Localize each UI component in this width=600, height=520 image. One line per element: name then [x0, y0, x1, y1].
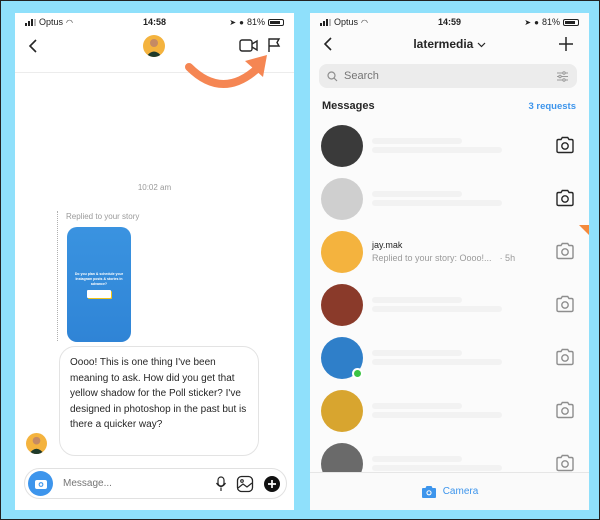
thread-preview-text: Replied to your story: Oooo!...	[372, 252, 492, 263]
thread-item[interactable]	[310, 331, 589, 384]
flag-icon[interactable]	[266, 37, 282, 53]
plus-circle-icon[interactable]	[263, 475, 281, 493]
status-time: 14:59	[437, 17, 461, 27]
signal-icon	[25, 18, 36, 26]
redacted-name	[372, 297, 462, 303]
sliders-icon[interactable]	[556, 70, 569, 82]
requests-link[interactable]: 3 requests	[528, 101, 576, 112]
message-composer	[24, 468, 287, 499]
status-time: 14:58	[142, 17, 166, 27]
camera-icon[interactable]	[555, 136, 575, 159]
camera-icon[interactable]	[28, 471, 53, 496]
poll-sticker	[87, 289, 111, 298]
redacted-name	[372, 350, 462, 356]
curved-arrow-icon	[185, 55, 267, 88]
carrier-label: Optus	[334, 17, 359, 27]
account-name: latermedia	[413, 37, 474, 51]
battery-percent: 81%	[541, 17, 560, 27]
redacted-name	[372, 191, 462, 197]
search-input[interactable]	[338, 70, 556, 82]
search-icon	[327, 70, 338, 81]
online-status-dot	[352, 367, 363, 379]
signal-icon	[320, 18, 331, 26]
thread-avatar	[321, 389, 363, 432]
story-preview-card[interactable]: Do you plan & schedule your Instagram po…	[67, 227, 131, 342]
location-icon: ➤	[229, 17, 237, 27]
camera-label: Camera	[442, 486, 479, 497]
redacted-name	[372, 403, 462, 409]
thread-avatar	[321, 283, 363, 326]
camera-icon[interactable]	[555, 348, 575, 371]
replied-to-story-label: Replied to your story	[66, 212, 140, 221]
thread-avatar	[321, 124, 363, 167]
carrier-label: Optus	[39, 17, 64, 27]
camera-icon[interactable]	[555, 401, 575, 424]
battery-percent: 81%	[246, 17, 265, 27]
redacted-name	[372, 456, 462, 462]
message-timestamp: 10:02 am	[137, 183, 172, 192]
redacted-preview	[372, 306, 502, 312]
wifi-icon: ◠	[66, 17, 73, 27]
redacted-preview	[372, 412, 502, 418]
battery-icon	[562, 18, 579, 26]
thread-avatar	[321, 230, 363, 273]
messages-section-header: Messages 3 requests	[322, 100, 576, 112]
unread-indicator	[579, 225, 589, 235]
camera-icon[interactable]	[555, 189, 575, 212]
thread-avatar	[321, 336, 363, 379]
chat-screen: Optus ◠ 14:58 ➤ ● 81% 10:02 am Replied t…	[15, 13, 294, 510]
alarm-icon: ●	[239, 17, 244, 27]
message-input[interactable]	[53, 478, 215, 489]
thread-time: · 5h	[499, 252, 516, 263]
redacted-name	[372, 138, 462, 144]
thread-item[interactable]	[310, 119, 589, 172]
thread-item[interactable]	[310, 172, 589, 225]
status-bar: Optus ◠ 14:58 ➤ ● 81%	[15, 13, 294, 31]
user-avatar[interactable]	[143, 35, 165, 57]
redacted-preview	[372, 359, 502, 365]
story-text: Do you plan & schedule your Instagram po…	[74, 271, 124, 286]
thread-list: jay.mak Replied to your story: Oooo!... · …	[310, 119, 589, 490]
alarm-icon: ●	[534, 17, 539, 27]
camera-icon	[421, 485, 436, 498]
wifi-icon: ◠	[361, 17, 368, 27]
thread-item[interactable]	[310, 384, 589, 437]
search-bar	[319, 64, 577, 88]
chevron-left-icon[interactable]	[25, 37, 43, 55]
microphone-icon[interactable]	[215, 475, 227, 492]
messages-title: Messages	[322, 100, 375, 112]
redacted-preview	[372, 465, 502, 471]
camera-icon[interactable]	[555, 295, 575, 318]
thread-item[interactable]: jay.mak Replied to your story: Oooo!... · …	[310, 225, 589, 278]
redacted-preview	[372, 147, 502, 153]
sender-avatar[interactable]	[26, 433, 47, 454]
redacted-preview	[372, 200, 502, 206]
image-icon[interactable]	[236, 475, 254, 493]
status-bar: Optus ◠ 14:59 ➤ ● 81%	[310, 13, 589, 31]
battery-icon	[267, 18, 284, 26]
video-camera-icon[interactable]	[239, 37, 259, 53]
account-switcher[interactable]: latermedia	[310, 37, 589, 51]
thread-avatar	[321, 177, 363, 220]
plus-icon[interactable]	[557, 35, 575, 53]
inbox-header: latermedia	[310, 31, 589, 59]
camera-icon[interactable]	[555, 242, 575, 265]
camera-bar[interactable]: Camera	[310, 472, 589, 510]
reply-thread-line	[57, 211, 58, 341]
thread-item[interactable]	[310, 278, 589, 331]
location-icon: ➤	[524, 17, 532, 27]
chevron-down-icon	[477, 42, 486, 48]
message-bubble: Oooo! This is one thing I've been meanin…	[59, 346, 259, 456]
inbox-screen: Optus ◠ 14:59 ➤ ● 81% latermedia Message…	[310, 13, 589, 510]
